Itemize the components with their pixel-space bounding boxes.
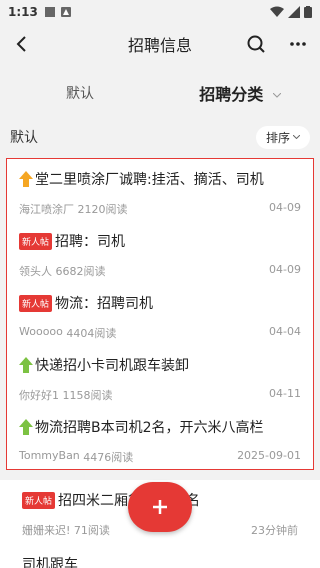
list-item[interactable]: 物流招聘B本司机2名，开六米八高栏 TommyBan 4476阅读 2025-0… <box>7 407 313 469</box>
item-reads: 4404阅读 <box>66 327 117 340</box>
item-author: TommyBan <box>19 449 80 462</box>
list-item[interactable]: 新人帖 物流：招聘司机 Wooooo 4404阅读 04-04 <box>7 283 313 345</box>
signal-icon <box>288 6 300 18</box>
item-reads: 1158阅读 <box>62 389 113 402</box>
sort-button[interactable]: 排序 <box>255 125 310 149</box>
item-title: 新人帖 物流：招聘司机 <box>19 293 301 313</box>
item-date: 04-09 <box>269 263 301 276</box>
item-author: 领头人 <box>19 265 52 278</box>
sort-button-label: 排序 <box>265 130 290 145</box>
wifi-icon <box>270 6 284 17</box>
list-item[interactable]: 新人帖 招聘：司机 领头人 6682阅读 04-09 <box>7 221 313 283</box>
item-title-text: 物流招聘B本司机2名，开六米八高栏 <box>35 420 264 436</box>
item-date: 2025-09-01 <box>237 449 301 462</box>
tab-default-label: 默认 <box>66 86 94 102</box>
sort-row-label: 默认 <box>10 130 38 146</box>
new-post-badge: 新人帖 <box>22 491 56 509</box>
item-meta: 海江喷涂厂 2120阅读 04-09 <box>19 201 301 217</box>
item-author: 你好好1 <box>19 389 59 402</box>
item-title: 新人帖 招聘：司机 <box>19 231 301 251</box>
arrow-up-green-icon <box>19 357 33 373</box>
item-meta: Wooooo 4404阅读 04-04 <box>19 325 301 341</box>
item-meta: 领头人 6682阅读 04-09 <box>19 263 301 279</box>
battery-icon <box>304 6 312 18</box>
item-date: 04-11 <box>269 387 301 400</box>
item-author: Wooooo <box>19 325 63 338</box>
item-meta: 你好好1 1158阅读 04-11 <box>19 387 301 403</box>
list-item[interactable]: 司机跟车 <box>0 542 320 568</box>
status-bar: 1:13 <box>0 0 320 24</box>
status-time: 1:13 <box>8 5 38 19</box>
item-reads: 4476阅读 <box>83 451 134 464</box>
item-title-text: 招聘：司机 <box>55 234 126 250</box>
back-button[interactable] <box>10 32 34 56</box>
new-post-badge: 新人帖 <box>19 294 53 312</box>
search-button[interactable] <box>244 32 268 56</box>
new-post-badge: 新人帖 <box>19 232 53 250</box>
item-meta: TommyBan 4476阅读 2025-09-01 <box>19 449 301 465</box>
list-item[interactable]: 快递招小卡司机跟车装卸 你好好1 1158阅读 04-11 <box>7 345 313 407</box>
item-date: 04-04 <box>269 325 301 338</box>
more-dots-icon <box>290 42 306 46</box>
add-post-button[interactable] <box>128 482 192 532</box>
plus-icon <box>153 500 167 514</box>
tab-job-category[interactable]: 招聘分类 <box>160 81 320 105</box>
notification-icon <box>44 7 55 17</box>
item-title-text: 堂二里喷涂厂诚聘:挂活、摘活、司机 <box>35 172 264 188</box>
item-title: 物流招聘B本司机2名，开六米八高栏 <box>19 417 301 437</box>
search-icon <box>247 35 265 53</box>
item-reads: 71阅读 <box>73 524 110 537</box>
item-title-text: 司机跟车 <box>22 557 78 568</box>
back-arrow-icon <box>16 36 26 52</box>
arrow-up-orange-icon <box>19 171 33 187</box>
app-notification-icon <box>60 7 71 17</box>
item-title: 堂二里喷涂厂诚聘:挂活、摘活、司机 <box>19 169 301 189</box>
arrow-up-green-icon <box>19 419 33 435</box>
chevron-down-icon <box>272 93 281 98</box>
item-title: 快递招小卡司机跟车装卸 <box>19 355 301 375</box>
item-date: 23分钟前 <box>251 524 298 537</box>
chevron-down-icon <box>293 135 300 139</box>
tab-default[interactable]: 默认 <box>0 83 160 103</box>
more-button[interactable] <box>286 32 310 56</box>
item-reads: 2120阅读 <box>77 203 128 216</box>
item-date: 04-09 <box>269 201 301 214</box>
list-item[interactable]: 堂二里喷涂厂诚聘:挂活、摘活、司机 海江喷涂厂 2120阅读 04-09 <box>7 159 313 221</box>
item-author: 海江喷涂厂 <box>19 203 74 216</box>
item-title-text: 快递招小卡司机跟车装卸 <box>35 358 189 374</box>
tab-job-category-label: 招聘分类 <box>199 85 264 104</box>
app-header: 招聘信息 <box>0 24 320 64</box>
highlighted-post-list: 堂二里喷涂厂诚聘:挂活、摘活、司机 海江喷涂厂 2120阅读 04-09 新人帖… <box>6 158 314 470</box>
tab-bar: 默认 招聘分类 <box>0 64 320 122</box>
item-reads: 6682阅读 <box>55 265 106 278</box>
item-title-text: 物流：招聘司机 <box>55 296 154 312</box>
sort-row: 默认 排序 <box>0 122 320 152</box>
item-author: 姗姗来迟! <box>22 524 71 537</box>
